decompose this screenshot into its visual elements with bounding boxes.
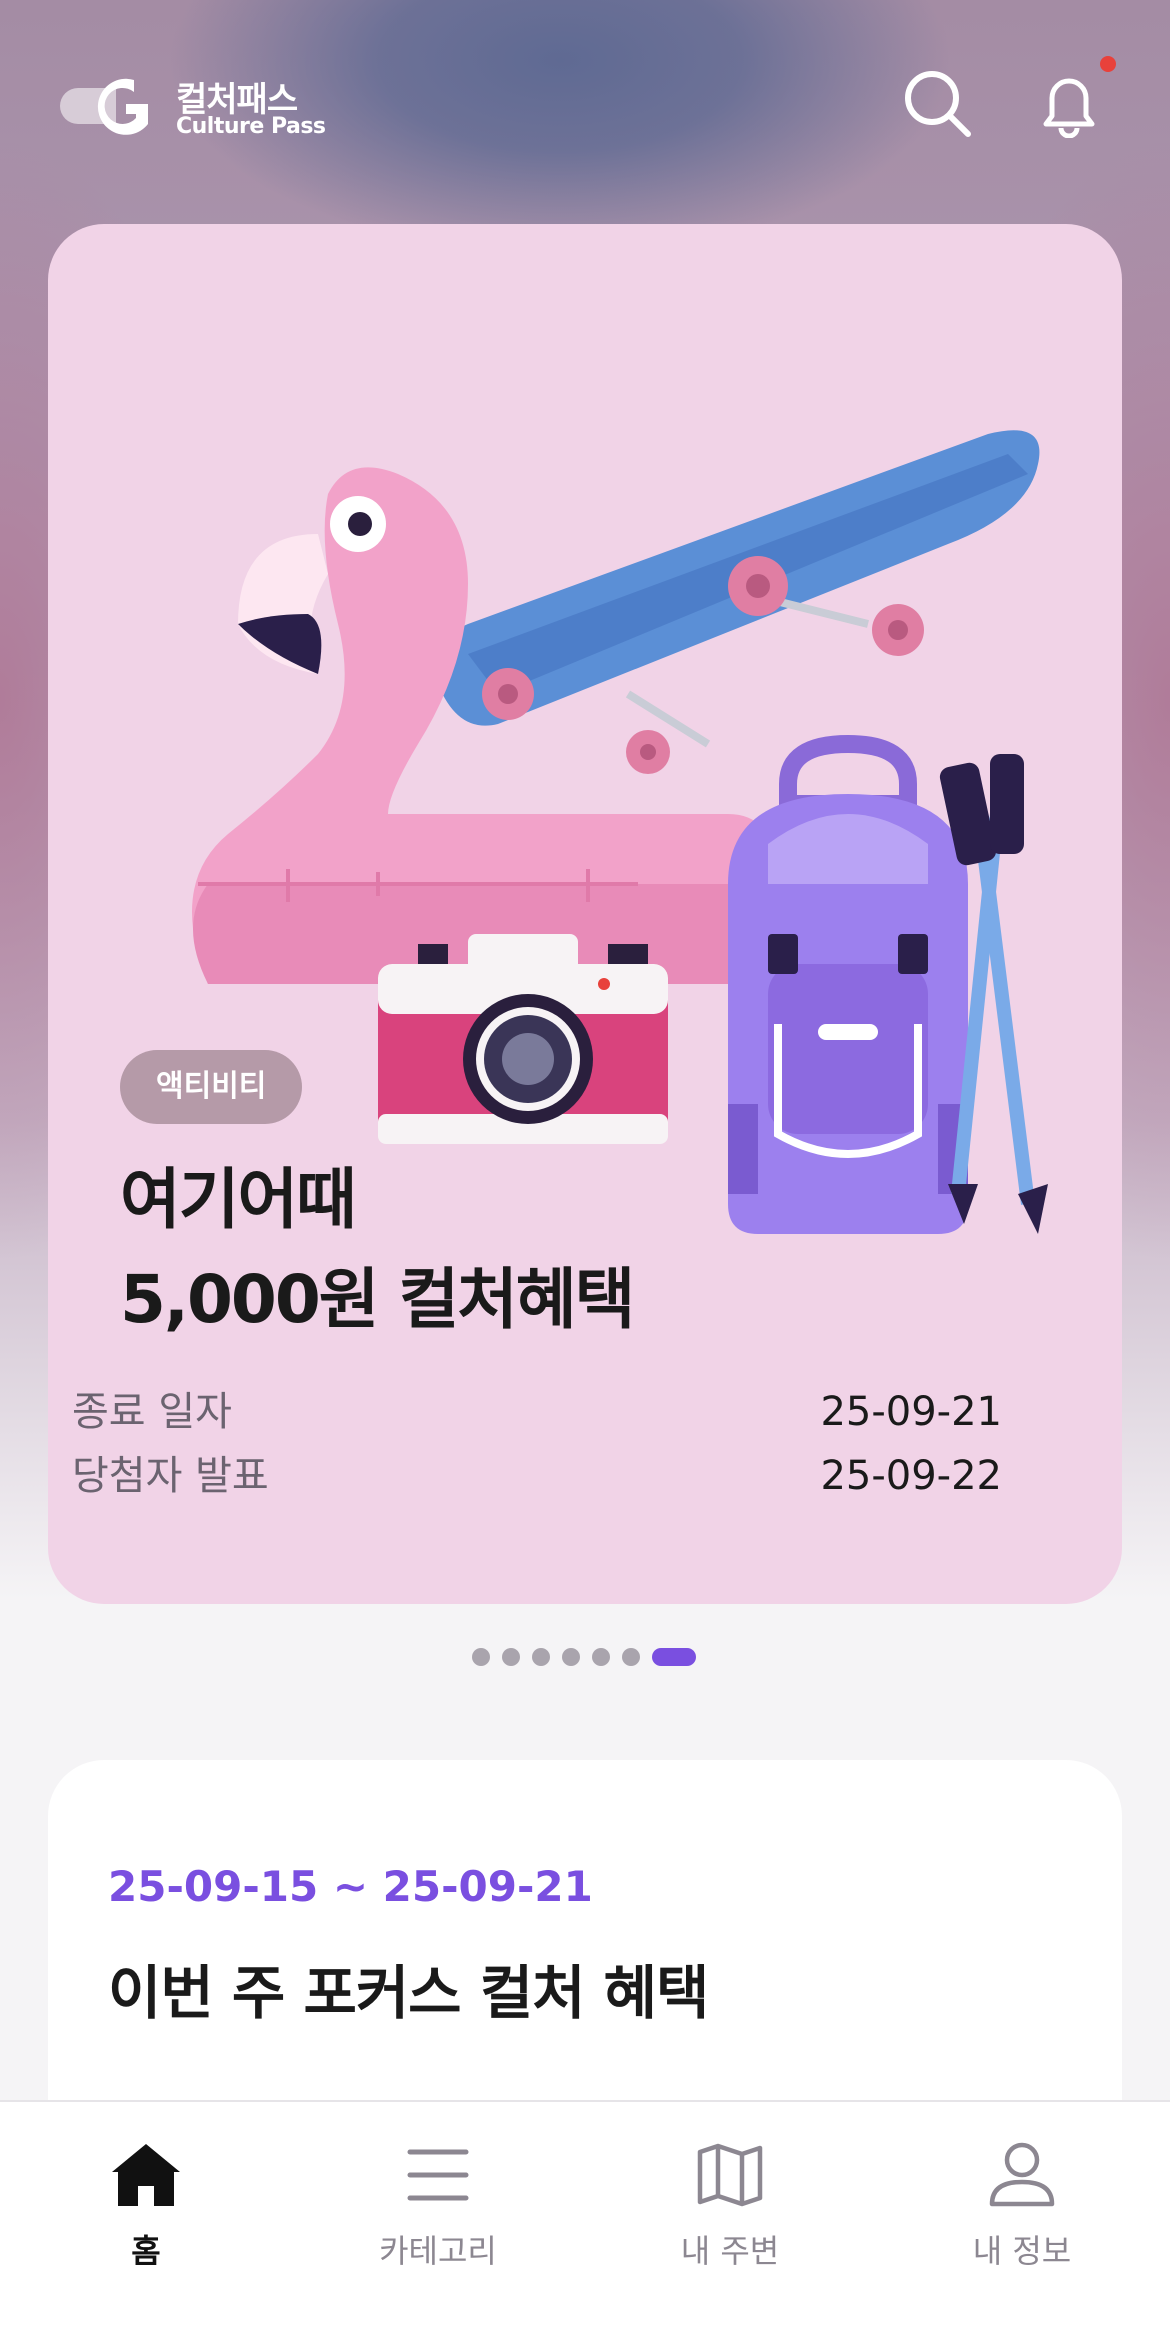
skateboard-illustration [423, 430, 1040, 774]
tab-home-label: 홈 [131, 2232, 161, 2270]
tab-category[interactable]: 카테고리 [338, 2142, 538, 2282]
focus-title: 이번 주 포커스 컬처 혜택 [108, 1959, 709, 2027]
map-icon [697, 2143, 763, 2207]
winner-announce-value: 25-09-22 [820, 1453, 1002, 1499]
bell-icon[interactable] [1034, 68, 1104, 139]
carousel-dot[interactable] [472, 1648, 490, 1666]
home-icon [112, 2144, 180, 2206]
winner-announce-label: 당첨자 발표 [72, 1453, 269, 1499]
header: 컬처패스 Culture Pass [0, 0, 1170, 210]
carousel-dot[interactable] [592, 1648, 610, 1666]
carousel-dot-active[interactable] [652, 1648, 696, 1666]
tab-nearby[interactable]: 내 주변 [630, 2142, 830, 2282]
banner-title: 여기어때 5,000원 컬처혜택 [120, 1150, 1060, 1350]
carousel-dot[interactable] [622, 1648, 640, 1666]
tab-home[interactable]: 홈 [46, 2142, 246, 2282]
culture-pass-logo[interactable]: 컬처패스 Culture Pass [48, 66, 328, 146]
camera-illustration [378, 934, 668, 1144]
carousel-dot[interactable] [562, 1648, 580, 1666]
carousel-dot[interactable] [502, 1648, 520, 1666]
logo-text-english: Culture Pass [176, 114, 326, 139]
carousel-dot[interactable] [532, 1648, 550, 1666]
category-tag: 액티비티 [120, 1050, 303, 1124]
notification-badge [1100, 56, 1116, 72]
end-date-row: 종료 일자 25-09-21 [72, 1384, 1002, 1440]
user-icon [989, 2142, 1055, 2207]
tab-category-label: 카테고리 [379, 2232, 497, 2270]
banner-title-line2: 5,000원 컬처혜택 [120, 1261, 635, 1338]
logo-mark-icon [60, 78, 148, 135]
tab-my-info[interactable]: 내 정보 [922, 2142, 1122, 2282]
bottom-tab-bar: 홈 카테고리 내 주변 내 정보 [0, 2100, 1170, 2340]
tab-nearby-label: 내 주변 [680, 2232, 780, 2270]
focus-date-range: 25-09-15 ~ 25-09-21 [108, 1862, 593, 1911]
winner-announce-row: 당첨자 발표 25-09-22 [72, 1448, 1002, 1504]
menu-icon [407, 2149, 469, 2201]
end-date-value: 25-09-21 [820, 1389, 1002, 1435]
banner-title-line1: 여기어때 [120, 1161, 357, 1238]
tab-my-info-label: 내 정보 [972, 2232, 1072, 2270]
end-date-label: 종료 일자 [72, 1389, 232, 1435]
promo-illustration [192, 430, 1048, 1234]
search-icon[interactable] [902, 68, 972, 138]
